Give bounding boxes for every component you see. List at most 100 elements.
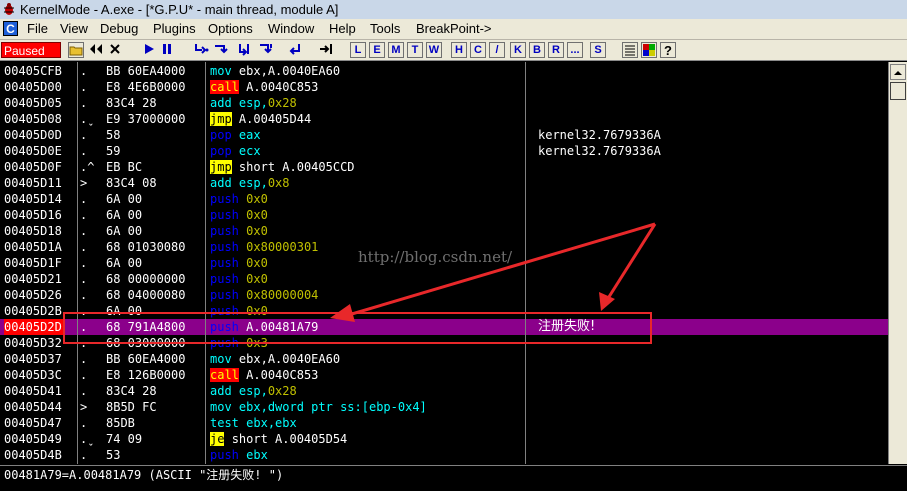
trace-into-button[interactable] [238, 42, 254, 58]
menu-options[interactable]: Options [208, 21, 253, 36]
disassembly-text: push 0x0 [210, 303, 268, 319]
mnemonic: call [210, 80, 239, 94]
mnemonic: je [210, 432, 225, 446]
source-window-button[interactable]: S [590, 42, 606, 58]
menu-view[interactable]: View [60, 21, 88, 36]
instruction-row[interactable]: 00405D26. 68 04000080 push 0x80000004 [0, 287, 888, 303]
operands: 0x0 [246, 256, 268, 270]
patches-window-button[interactable]: / [489, 42, 505, 58]
run-button[interactable] [142, 42, 158, 58]
instruction-row[interactable]: 00405D0F .^ EB BC jmp short A.00405CCD [0, 159, 888, 175]
call-stack-window-button[interactable]: K [510, 42, 526, 58]
windows-window-button[interactable]: W [426, 42, 442, 58]
system-menu-icon[interactable]: C [3, 21, 18, 36]
menu-file[interactable]: File [27, 21, 48, 36]
run-trace-window-button[interactable]: ... [567, 42, 583, 58]
step-over-button[interactable] [213, 42, 229, 58]
trace-over-button[interactable] [258, 42, 274, 58]
instruction-row[interactable]: 00405D44 >8B5D FC mov ebx,dword ptr ss:[eb… [0, 399, 888, 415]
disassembly-text: pop ecx [210, 143, 261, 159]
jump-marker: . [80, 208, 88, 222]
jump-marker: . [80, 144, 88, 158]
arrow-up-icon [894, 71, 902, 75]
handles-window-button[interactable]: H [451, 42, 467, 58]
mnemonic: call [210, 368, 239, 382]
instruction-row[interactable]: 00405D00. E8 4E6B0000 call A.0040C853 [0, 79, 888, 95]
hex-dump: 6A 00 [106, 224, 143, 238]
disassembly-text: add esp,0x8 [210, 175, 290, 191]
breakpoints-window-button[interactable]: B [529, 42, 545, 58]
instruction-row[interactable]: 00405D08 .ˬ E9 37000000 jmp A.00405D44 [0, 111, 888, 127]
open-button[interactable] [68, 42, 84, 58]
scroll-up-button[interactable] [890, 64, 906, 80]
address: 00405D00 [4, 80, 62, 94]
menu-window[interactable]: Window [268, 21, 314, 36]
instruction-row[interactable]: 00405D47. 85DB test ebx,ebx [0, 415, 888, 431]
instruction-row[interactable]: 00405CFB. BB 60EA4000 mov ebx,A.0040EA60 [0, 63, 888, 79]
hex-dump: 6A 00 [106, 192, 143, 206]
selected-instruction-row[interactable]: 00405D2D. 68 791A4800 push A.00481A79 注册失败! [0, 319, 888, 335]
close-button[interactable] [108, 42, 124, 58]
instruction-row[interactable]: 00405D0E. 59 pop ecx kernel32.7679336A [0, 143, 888, 159]
go-to-button[interactable] [318, 42, 334, 58]
instruction-row[interactable]: 00405D37. BB 60EA4000 mov ebx,A.0040EA60 [0, 351, 888, 367]
column-divider [205, 62, 206, 464]
instruction-row[interactable]: 00405D16. 6A 00 push 0x0 [0, 207, 888, 223]
log-window-button[interactable]: L [350, 42, 366, 58]
address: 00405D11 [4, 176, 62, 190]
instruction-row[interactable]: 00405D2B. 6A 00 push 0x0 [0, 303, 888, 319]
hex-dump: 74 09 [106, 432, 143, 446]
appearance-button[interactable] [641, 42, 657, 58]
instruction-row[interactable]: 00405D32. 68 03000000 push 0x3 [0, 335, 888, 351]
operands: A.0040C853 [246, 368, 319, 382]
menu-breakpoint[interactable]: BreakPoint-> [416, 21, 492, 36]
address: 00405D26 [4, 288, 62, 302]
menu-plugins[interactable]: Plugins [153, 21, 196, 36]
operands: short A.00405D54 [231, 432, 348, 446]
cpu-window-button[interactable]: C [470, 42, 486, 58]
operands: 0x0 [246, 224, 268, 238]
jump-marker: . [80, 256, 88, 270]
restart-button[interactable] [88, 42, 104, 58]
vertical-scrollbar[interactable] [888, 62, 907, 464]
menu-tools[interactable]: Tools [370, 21, 400, 36]
mnemonic: test [210, 416, 239, 430]
mnemonic: push [210, 272, 239, 286]
step-into-button[interactable] [194, 42, 210, 58]
references-window-button[interactable]: R [548, 42, 564, 58]
help-button[interactable]: ? [660, 42, 676, 58]
menu-help[interactable]: Help [329, 21, 356, 36]
threads-window-button[interactable]: T [407, 42, 423, 58]
options-button[interactable] [622, 42, 638, 58]
hex-dump: E8 4E6B0000 [106, 80, 186, 94]
hex-dump: EB BC [106, 160, 143, 174]
instruction-row[interactable]: 00405D49 .ˬ 74 09 je short A.00405D54 [0, 431, 888, 447]
instruction-row[interactable]: 00405D14. 6A 00 push 0x0 [0, 191, 888, 207]
menu-debug[interactable]: Debug [100, 21, 138, 36]
hex-dump: 68 791A4800 [106, 320, 186, 334]
scroll-thumb[interactable] [890, 82, 906, 100]
instruction-row[interactable]: 00405D18. 6A 00 push 0x0 [0, 223, 888, 239]
operands: 0x0 [246, 208, 268, 222]
pause-button[interactable] [160, 42, 176, 58]
address: 00405D4B [4, 448, 62, 462]
memory-window-button[interactable]: M [388, 42, 404, 58]
modules-window-button[interactable]: E [369, 42, 385, 58]
execute-till-return-button[interactable] [287, 42, 303, 58]
instruction-row[interactable]: 00405D05. 83C4 28 add esp,0x28 [0, 95, 888, 111]
column-divider [77, 62, 78, 464]
instruction-row[interactable]: 00405D21. 68 00000000 push 0x0 [0, 271, 888, 287]
instruction-row[interactable]: 00405D41. 83C4 28 add esp,0x28 [0, 383, 888, 399]
hex-dump: 83C4 28 [106, 384, 157, 398]
instruction-row[interactable]: 00405D11 >83C4 08 add esp,0x8 [0, 175, 888, 191]
trace-over-icon [260, 44, 272, 54]
instruction-row[interactable]: 00405D3C. E8 126B0000 call A.0040C853 [0, 367, 888, 383]
go-to-icon [320, 44, 332, 54]
mnemonic: push [210, 304, 239, 318]
mnemonic: jmp [210, 112, 232, 126]
hex-dump: 68 03000000 [106, 336, 186, 350]
disassembly-text: push A.00481A79 [210, 319, 318, 335]
operands: 0x80000004 [246, 288, 319, 302]
instruction-row[interactable]: 00405D4B. 53 push ebx [0, 447, 888, 463]
instruction-row[interactable]: 00405D0D. 58 pop eax kernel32.7679336A [0, 127, 888, 143]
